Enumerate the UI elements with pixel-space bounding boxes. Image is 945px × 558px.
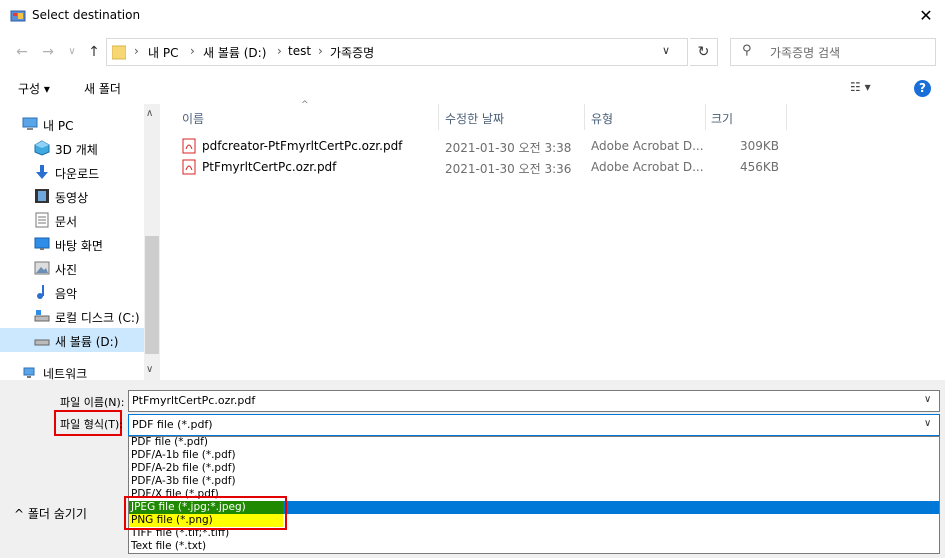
column-header-size[interactable]: 크기 — [711, 110, 733, 127]
help-icon[interactable]: ? — [914, 80, 931, 97]
file-type: Adobe Acrobat D... — [591, 139, 704, 153]
nav-item-volume-d[interactable]: 새 볼륨 (D:) — [0, 328, 144, 352]
recent-dropdown-icon[interactable]: ∨ — [62, 42, 82, 62]
refresh-icon[interactable]: ↻ — [690, 38, 718, 66]
picture-icon — [34, 261, 50, 275]
filetype-option[interactable]: PDF/A-2b file (*.pdf) — [129, 462, 939, 475]
filetype-label: 파일 형식(T): — [60, 418, 123, 431]
breadcrumb-volume-d[interactable]: 새 볼륨 (D:) — [203, 44, 266, 61]
up-arrow-icon[interactable]: ↑ — [84, 42, 104, 62]
close-button[interactable]: ✕ — [912, 5, 940, 27]
scroll-up-icon[interactable]: ∧ — [146, 108, 153, 119]
nav-item-downloads[interactable]: 다운로드 — [0, 160, 144, 184]
filename-label: 파일 이름(N): — [60, 396, 125, 409]
filetype-option[interactable]: PDF/A-1b file (*.pdf) — [129, 449, 939, 462]
breadcrumb-separator-icon: › — [318, 44, 323, 58]
file-type: Adobe Acrobat D... — [591, 160, 704, 174]
nav-item-label: 문서 — [55, 215, 78, 229]
cube-icon — [34, 140, 50, 156]
nav-item-music[interactable]: 음악 — [0, 280, 144, 304]
music-icon — [37, 285, 44, 299]
column-header-name[interactable]: 이름 — [182, 110, 204, 127]
chevron-down-icon[interactable]: ∨ — [924, 394, 931, 405]
file-name: PtFmyrltCertPc.ozr.pdf — [202, 160, 337, 174]
breadcrumb-separator-icon: › — [190, 44, 195, 58]
file-row[interactable]: pdfcreator-PtFmyrltCertPc.ozr.pdf 2021-0… — [180, 136, 780, 158]
nav-item-label: 다운로드 — [55, 167, 100, 181]
column-divider[interactable] — [584, 104, 585, 130]
column-divider[interactable] — [705, 104, 706, 130]
file-size: 456KB — [739, 160, 779, 174]
pdf-file-icon — [182, 159, 196, 175]
filetype-option[interactable]: PDF/A-3b file (*.pdf) — [129, 475, 939, 488]
nav-item-label: 음악 — [55, 287, 78, 301]
nav-item-local-disk-c[interactable]: 로컬 디스크 (C:) — [0, 304, 144, 328]
file-date: 2021-01-30 오전 3:38 — [445, 141, 572, 155]
computer-icon — [22, 117, 38, 130]
nav-item-3d-objects[interactable]: 3D 개체 — [0, 136, 144, 160]
file-size: 309KB — [739, 139, 779, 153]
file-date: 2021-01-30 오전 3:36 — [445, 162, 572, 176]
annotation-box — [124, 496, 287, 530]
nav-item-label: 동영상 — [55, 191, 89, 205]
filetype-option[interactable]: PDF file (*.pdf) — [129, 436, 939, 449]
new-folder-button[interactable]: 새 폴더 — [84, 80, 121, 97]
back-arrow-icon[interactable]: ← — [12, 42, 32, 62]
breadcrumb-family-cert[interactable]: 가족증명 — [330, 44, 374, 61]
scrollbar-thumb[interactable] — [145, 236, 159, 354]
nav-item-pictures[interactable]: 사진 — [0, 256, 144, 280]
window-title: Select destination — [32, 8, 141, 22]
nav-item-label: 사진 — [55, 263, 78, 277]
nav-item-my-pc[interactable]: 내 PC — [0, 112, 132, 136]
download-icon — [36, 165, 48, 179]
nav-item-desktop[interactable]: 바탕 화면 — [0, 232, 144, 256]
pdf-file-icon — [182, 138, 196, 154]
nav-item-label: 로컬 디스크 (C:) — [55, 311, 140, 325]
folder-icon — [112, 45, 126, 60]
network-icon — [23, 367, 35, 378]
file-name: pdfcreator-PtFmyrltCertPc.ozr.pdf — [202, 139, 403, 153]
breadcrumb-separator-icon: › — [134, 44, 139, 58]
filetype-select[interactable]: PDF file (*.pdf) — [128, 414, 940, 436]
document-icon — [35, 212, 49, 228]
filetype-option[interactable]: Text file (*.txt) — [129, 540, 939, 553]
chevron-down-icon[interactable]: ∨ — [924, 418, 931, 429]
app-icon — [10, 10, 26, 22]
nav-item-label: 3D 개체 — [55, 143, 98, 157]
nav-item-label: 바탕 화면 — [55, 239, 103, 253]
column-divider[interactable] — [438, 104, 439, 130]
desktop-icon — [34, 237, 50, 250]
file-row[interactable]: PtFmyrltCertPc.ozr.pdf 2021-01-30 오전 3:3… — [180, 157, 780, 179]
hide-folders-button[interactable]: ^ 폴더 숨기기 — [14, 505, 87, 522]
drive-icon — [34, 310, 50, 322]
nav-item-label: 새 볼륨 (D:) — [55, 335, 119, 349]
scroll-down-icon[interactable]: ∨ — [146, 364, 153, 375]
organize-button[interactable]: 구성 ▾ — [18, 80, 50, 97]
breadcrumb-test[interactable]: test — [288, 44, 311, 58]
breadcrumb-separator-icon: › — [277, 44, 282, 58]
sort-ascending-icon: ^ — [301, 100, 309, 110]
nav-item-videos[interactable]: 동영상 — [0, 184, 144, 208]
title-bar — [0, 0, 945, 32]
column-divider[interactable] — [786, 104, 787, 130]
chevron-down-icon[interactable]: ∨ — [662, 44, 670, 57]
search-placeholder: 가족증명 검색 — [770, 46, 841, 60]
drive-icon — [34, 339, 50, 346]
video-icon — [35, 189, 49, 203]
search-icon: ⚲ — [742, 43, 752, 58]
nav-item-label: 내 PC — [43, 119, 74, 133]
column-header-date[interactable]: 수정한 날짜 — [445, 110, 504, 127]
column-header-type[interactable]: 유형 — [591, 110, 613, 127]
nav-item-documents[interactable]: 문서 — [0, 208, 144, 232]
forward-arrow-icon[interactable]: → — [38, 42, 58, 62]
view-options-icon[interactable]: ☷ ▾ — [850, 80, 871, 94]
filename-input[interactable]: PtFmyrltCertPc.ozr.pdf — [128, 390, 940, 412]
breadcrumb-my-pc[interactable]: 내 PC — [148, 44, 178, 61]
toolbar — [0, 72, 945, 104]
